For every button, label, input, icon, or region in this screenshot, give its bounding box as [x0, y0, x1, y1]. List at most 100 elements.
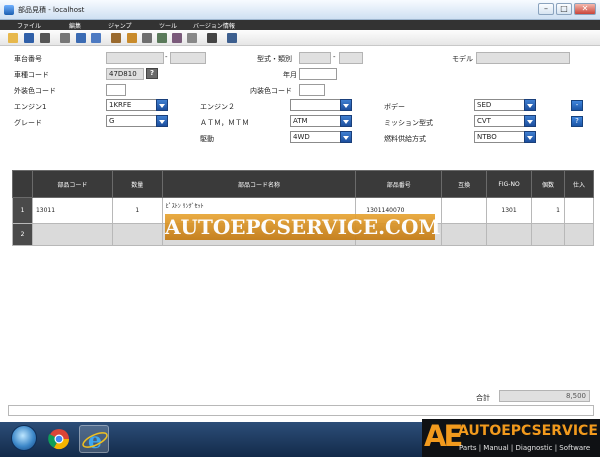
save-icon[interactable] — [24, 33, 34, 43]
minimize-button[interactable]: – — [538, 3, 554, 15]
cell-fig-no[interactable] — [486, 223, 533, 246]
mission-select[interactable]: CVT — [474, 115, 536, 127]
menu-tools[interactable]: ツール — [159, 21, 177, 30]
menu-version[interactable]: バージョン情報 — [193, 21, 235, 30]
fuel-select[interactable]: NTBO — [474, 131, 536, 143]
document-icon[interactable] — [111, 33, 121, 43]
cell-count[interactable]: 1 — [531, 197, 565, 224]
cell-quantity[interactable]: 1 — [111, 197, 163, 224]
title-bar: 部品見積 - localhost – □ ✕ — [0, 0, 600, 20]
chrome-icon[interactable] — [44, 425, 74, 453]
atm-label: ＡＴＭ，ＭＴＭ — [200, 119, 249, 127]
close-button[interactable]: ✕ — [574, 3, 596, 15]
model-code-input[interactable]: 47D810 — [106, 68, 144, 80]
model-code-help-button[interactable]: ? — [146, 68, 158, 79]
cell-compat[interactable] — [441, 223, 488, 246]
chassis-separator: - — [165, 53, 168, 61]
row-number: 2 — [12, 223, 33, 246]
person-icon[interactable] — [127, 33, 137, 43]
grade-select[interactable]: G — [106, 115, 168, 127]
header-part-name[interactable]: 部品コード名称 — [161, 170, 357, 198]
cell-shiire[interactable] — [563, 223, 595, 246]
search-icon[interactable] — [60, 33, 70, 43]
internet-explorer-icon[interactable]: e — [79, 425, 109, 454]
row-number: 1 — [12, 197, 33, 224]
chevron-down-icon[interactable] — [524, 99, 536, 111]
chevron-down-icon[interactable] — [524, 131, 536, 143]
logo-mark: AE — [424, 419, 463, 453]
type-separator: - — [333, 53, 336, 61]
sheet-icon[interactable] — [157, 33, 167, 43]
cell-fig-no[interactable]: 1301 — [486, 197, 533, 224]
picture-icon[interactable] — [76, 33, 86, 43]
keyboard-icon[interactable] — [187, 33, 197, 43]
chassis-label: 車台番号 — [14, 55, 42, 63]
status-bar — [8, 405, 594, 416]
atm-select[interactable]: ATM — [290, 115, 352, 127]
collapse-button[interactable]: - — [571, 100, 583, 111]
watermark: AUTOEPCSERVICE.COM — [165, 214, 441, 240]
chevron-down-icon[interactable] — [340, 115, 352, 127]
year-input[interactable] — [299, 68, 337, 80]
body-select[interactable]: SED — [474, 99, 536, 111]
chassis-input-1[interactable] — [106, 52, 164, 64]
chevron-down-icon[interactable] — [340, 131, 352, 143]
logo-brand: AUTOEPCSERVICE — [458, 423, 598, 439]
chevron-down-icon[interactable] — [340, 99, 352, 111]
drive-select[interactable]: 4WD — [290, 131, 352, 143]
header-fig-no[interactable]: FIG-NO — [486, 170, 533, 198]
ext-color-input[interactable] — [106, 84, 126, 96]
print-icon[interactable] — [207, 33, 217, 43]
cell-part-code[interactable]: 13011 — [31, 197, 113, 224]
menu-jump[interactable]: ジャンプ — [108, 21, 132, 30]
autoepcservice-logo: AE AUTOEPCSERVICE Parts | Manual | Diagn… — [422, 419, 600, 457]
chassis-input-2[interactable] — [170, 52, 206, 64]
cell-count[interactable] — [531, 223, 565, 246]
drive-value: 4WD — [293, 133, 310, 141]
calculator-icon[interactable] — [227, 33, 237, 43]
print-icon[interactable] — [40, 33, 50, 43]
menu-bar: ファイル 編集 ジャンプ ツール バージョン情報 — [0, 20, 600, 30]
model-input[interactable] — [476, 52, 570, 64]
chevron-down-icon[interactable] — [156, 99, 168, 111]
menu-edit[interactable]: 編集 — [69, 21, 81, 30]
header-quantity[interactable]: 数量 — [111, 170, 163, 198]
help-button[interactable]: ? — [571, 116, 583, 127]
fuel-label: 燃料供給方式 — [384, 135, 426, 143]
chevron-down-icon[interactable] — [524, 115, 536, 127]
table-icon[interactable] — [142, 33, 152, 43]
body-value: SED — [477, 101, 492, 109]
engine1-label: エンジン1 — [14, 103, 47, 111]
type-label: 型式・類別 — [257, 55, 292, 63]
cell-compat[interactable] — [441, 197, 488, 224]
header-shiire[interactable]: 仕入 — [563, 170, 595, 198]
model-code-label: 車種コード — [14, 71, 49, 79]
drive-label: 駆動 — [200, 135, 214, 143]
cell-quantity[interactable] — [111, 223, 163, 246]
cell-part-code[interactable] — [31, 223, 113, 246]
header-part-code[interactable]: 部品コード — [31, 170, 113, 198]
toolbar — [0, 30, 600, 46]
atm-value: ATM — [293, 117, 308, 125]
windows-start-icon[interactable] — [11, 425, 37, 451]
stamp-icon[interactable] — [172, 33, 182, 43]
header-count[interactable]: 個数 — [531, 170, 565, 198]
header-compat[interactable]: 互換 — [441, 170, 488, 198]
menu-file[interactable]: ファイル — [17, 21, 41, 30]
maximize-button[interactable]: □ — [556, 3, 572, 15]
cell-shiire[interactable] — [563, 197, 595, 224]
type-input-2[interactable] — [339, 52, 363, 64]
engine1-value: 1KRFE — [109, 101, 132, 109]
type-input-1[interactable] — [299, 52, 331, 64]
int-color-label: 内装色コード — [250, 87, 292, 95]
engine1-select[interactable]: 1KRFE — [106, 99, 168, 111]
folder-icon[interactable] — [8, 33, 18, 43]
int-color-input[interactable] — [299, 84, 325, 96]
header-part-number[interactable]: 部品番号 — [355, 170, 443, 198]
chevron-down-icon[interactable] — [156, 115, 168, 127]
svg-text:e: e — [88, 428, 102, 454]
grid-icon[interactable] — [91, 33, 101, 43]
fuel-value: NTBO — [477, 133, 497, 141]
engine2-select[interactable] — [290, 99, 352, 111]
window-controls: – □ ✕ — [538, 3, 596, 15]
